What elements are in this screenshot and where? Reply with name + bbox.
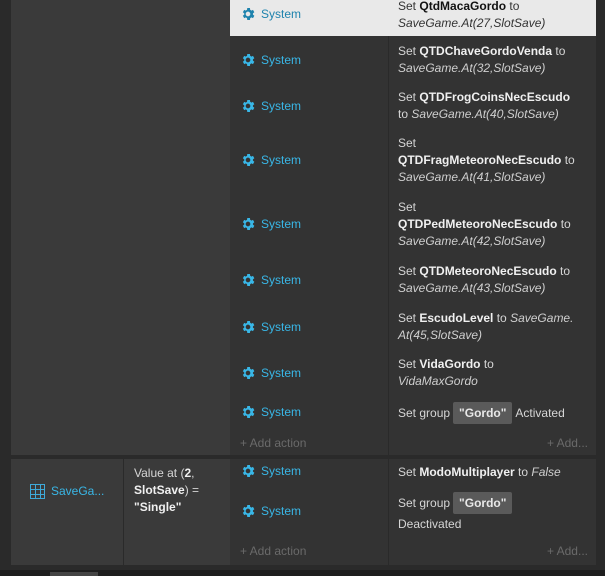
condition-text[interactable]: Value at (2, SlotSave) = "Single" <box>134 465 224 516</box>
gear-icon <box>240 152 256 168</box>
system-object: System <box>240 404 301 420</box>
action-row[interactable]: System Set ModoMultiplayer to False <box>230 459 596 487</box>
action-row[interactable]: System Set VidaGordo to VidaMaxGordo <box>230 355 596 395</box>
action-row[interactable]: System Set QTDMeteoroNecEscudo to SaveGa… <box>230 262 596 302</box>
action-row[interactable]: System Set QTDFrogCoinsNecEscudo to Save… <box>230 88 596 128</box>
event-block-1: System Set QtdMacaGordo to SaveGame.At(2… <box>11 0 596 455</box>
system-label: System <box>261 153 302 167</box>
system-object: System <box>240 52 301 68</box>
system-label: System <box>261 273 302 287</box>
system-object: System <box>240 6 301 22</box>
system-object: System <box>240 216 301 232</box>
add-action-button[interactable]: + Add action <box>240 544 306 558</box>
gear-icon <box>240 52 256 68</box>
system-label: System <box>261 99 302 113</box>
system-object: System <box>240 319 301 335</box>
array-icon <box>30 484 45 499</box>
gear-icon <box>240 365 256 381</box>
action-row[interactable]: System Set group "Gordo" Activated <box>230 400 596 426</box>
action-row[interactable]: System Set QTDChaveGordoVenda to SaveGam… <box>230 42 596 82</box>
event-condition-lane[interactable] <box>11 0 230 455</box>
system-label: System <box>261 7 302 21</box>
gear-icon <box>240 404 256 420</box>
system-label: System <box>261 366 302 380</box>
system-label: System <box>261 53 302 67</box>
gear-icon <box>240 319 256 335</box>
gear-icon <box>240 503 256 519</box>
gear-icon <box>240 98 256 114</box>
gear-icon <box>240 6 256 22</box>
event-condition-lane[interactable]: SaveGa... Value at (2, SlotSave) = "Sing… <box>11 459 230 565</box>
add-more-button[interactable]: + Add... <box>547 544 588 558</box>
action-text: Set QTDChaveGordoVenda to SaveGame.At(32… <box>398 44 566 75</box>
bottom-tab[interactable] <box>50 572 98 576</box>
group-name-pill: "Gordo" <box>453 492 513 514</box>
action-row[interactable]: System Set group "Gordo" Deactivated <box>230 491 596 535</box>
gear-icon <box>240 463 256 479</box>
action-text: Set ModoMultiplayer to False <box>398 465 561 479</box>
add-more-button[interactable]: + Add... <box>547 436 588 450</box>
system-object: System <box>240 152 301 168</box>
system-object: System <box>240 272 301 288</box>
action-text: Set QTDPedMeteoroNecEscudo to SaveGame.A… <box>398 200 571 248</box>
action-text: Set QTDMeteoroNecEscudo to SaveGame.At(4… <box>398 264 571 295</box>
action-row[interactable]: System Set EscudoLevel to SaveGame. At(4… <box>230 309 596 349</box>
gear-icon <box>240 272 256 288</box>
system-object: System <box>240 365 301 381</box>
system-object: System <box>240 463 301 479</box>
condition-object-name: SaveGa... <box>51 484 105 498</box>
actions-list: System Set QtdMacaGordo to SaveGame.At(2… <box>230 0 596 455</box>
system-label: System <box>261 464 302 478</box>
add-action-button[interactable]: + Add action <box>240 436 306 450</box>
action-text: Set VidaGordo to VidaMaxGordo <box>398 357 494 388</box>
action-row[interactable]: System Set QTDPedMeteoroNecEscudo to Sav… <box>230 198 596 254</box>
action-text: Set group "Gordo" Activated <box>398 402 590 424</box>
system-label: System <box>261 320 302 334</box>
system-label: System <box>261 217 302 231</box>
group-name-pill: "Gordo" <box>453 402 513 424</box>
action-row[interactable]: System Set QtdMacaGordo to SaveGame.At(2… <box>230 0 596 36</box>
action-text: Set QTDFrogCoinsNecEscudo to SaveGame.At… <box>398 90 571 121</box>
event-block-2: SaveGa... Value at (2, SlotSave) = "Sing… <box>11 459 596 565</box>
system-object: System <box>240 503 301 519</box>
system-label: System <box>261 504 302 518</box>
bottom-tab-bar <box>0 570 605 576</box>
action-text: Set QTDFragMeteoroNecEscudo to SaveGame.… <box>398 136 575 184</box>
action-text: Set EscudoLevel to SaveGame. At(45,SlotS… <box>398 311 574 342</box>
action-text: Set group "Gordo" Deactivated <box>398 492 590 534</box>
gear-icon <box>240 216 256 232</box>
system-label: System <box>261 405 302 419</box>
action-text: Set QtdMacaGordo to SaveGame.At(27,SlotS… <box>398 0 546 30</box>
system-object: System <box>240 98 301 114</box>
actions-list: System Set ModoMultiplayer to False Syst… <box>230 459 596 565</box>
action-row[interactable]: System Set QTDFragMeteoroNecEscudo to Sa… <box>230 134 596 190</box>
